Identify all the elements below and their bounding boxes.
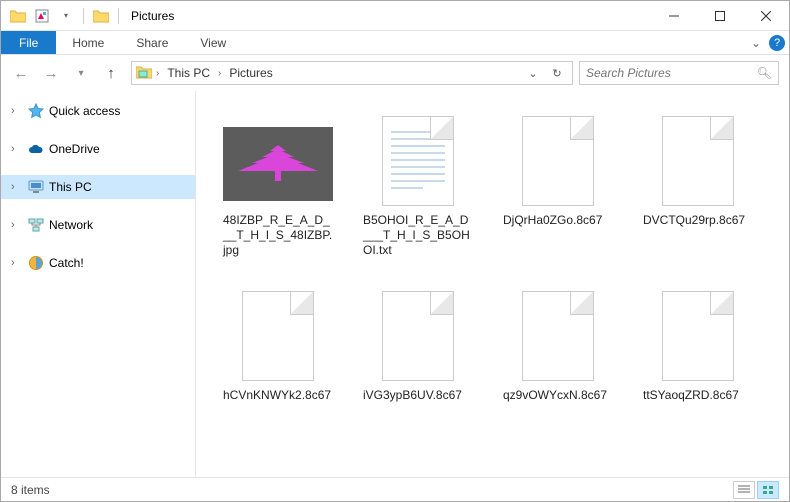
qat-dropdown-icon[interactable]: ▾ xyxy=(55,5,77,27)
file-item[interactable]: iVG3ypB6UV.8c67 xyxy=(348,284,488,459)
caret-icon[interactable]: › xyxy=(11,105,23,117)
caret-icon[interactable]: › xyxy=(11,219,23,231)
file-grid[interactable]: 48IZBP_R_E_A_D___T_H_I_S_48IZBP.jpg B5OHO… xyxy=(196,91,789,477)
navigation-pane: › Quick access › OneDrive › Thi xyxy=(1,91,196,477)
cloud-icon xyxy=(27,140,45,158)
star-icon xyxy=(27,102,45,120)
new-folder-icon[interactable] xyxy=(90,5,112,27)
caret-icon[interactable]: › xyxy=(11,257,23,269)
sidebar-item-label: This PC xyxy=(49,180,92,194)
titlebar: ▾ Pictures xyxy=(1,1,789,31)
back-button[interactable]: ← xyxy=(7,59,35,87)
item-count: 8 items xyxy=(11,483,50,497)
statusbar: 8 items xyxy=(1,477,789,501)
forward-button[interactable]: → xyxy=(37,59,65,87)
network-icon xyxy=(27,216,45,234)
file-item[interactable]: ttSYaoqZRD.8c67 xyxy=(628,284,768,459)
help-icon[interactable]: ? xyxy=(769,35,785,51)
caret-icon[interactable]: › xyxy=(11,143,23,155)
properties-icon[interactable] xyxy=(31,5,53,27)
address-bar[interactable]: › This PC › Pictures ⌄ ↻ xyxy=(131,61,573,85)
close-button[interactable] xyxy=(743,1,789,31)
search-icon: 🔍︎ xyxy=(757,66,772,80)
file-name-label: 48IZBP_R_E_A_D___T_H_I_S_48IZBP.jpg xyxy=(223,213,333,258)
refresh-button[interactable]: ↻ xyxy=(546,62,568,84)
breadcrumb-this-pc[interactable]: This PC xyxy=(163,66,214,80)
crumb-sep-icon[interactable]: › xyxy=(156,68,159,79)
sidebar-item-label: Catch! xyxy=(49,256,84,270)
file-name-label: DjQrHa0ZGo.8c67 xyxy=(503,213,613,228)
file-item[interactable]: DjQrHa0ZGo.8c67 xyxy=(488,109,628,284)
maximize-button[interactable] xyxy=(697,1,743,31)
icons-view-button[interactable] xyxy=(757,481,779,499)
caret-icon[interactable]: › xyxy=(11,181,23,193)
sidebar-item-label: Quick access xyxy=(49,104,120,118)
recent-dropdown[interactable]: ▾ xyxy=(67,59,95,87)
file-name-label: B5OHOI_R_E_A_D___T_H_I_S_B5OHOI.txt xyxy=(363,213,473,258)
sidebar-item-this-pc[interactable]: › This PC xyxy=(1,175,195,199)
catch-icon xyxy=(27,254,45,272)
file-item[interactable]: B5OHOI_R_E_A_D___T_H_I_S_B5OHOI.txt xyxy=(348,109,488,284)
file-name-label: qz9vOWYcxN.8c67 xyxy=(503,388,613,403)
file-name-label: hCVnKNWYk2.8c67 xyxy=(223,388,333,403)
search-box[interactable]: 🔍︎ xyxy=(579,61,779,85)
file-item[interactable]: 48IZBP_R_E_A_D___T_H_I_S_48IZBP.jpg xyxy=(208,109,348,284)
tab-home[interactable]: Home xyxy=(56,31,120,54)
folder-icon xyxy=(7,5,29,27)
tab-view[interactable]: View xyxy=(184,31,242,54)
sidebar-item-catch[interactable]: › Catch! xyxy=(1,251,195,275)
sidebar-item-onedrive[interactable]: › OneDrive xyxy=(1,137,195,161)
sidebar-item-label: Network xyxy=(49,218,93,232)
nav-toolbar: ← → ▾ ↑ › This PC › Pictures ⌄ ↻ 🔍︎ xyxy=(1,55,789,91)
minimize-button[interactable] xyxy=(651,1,697,31)
addr-dropdown-icon[interactable]: ⌄ xyxy=(522,62,544,84)
file-name-label: DVCTQu29rp.8c67 xyxy=(643,213,753,228)
sidebar-item-network[interactable]: › Network xyxy=(1,213,195,237)
file-item[interactable]: DVCTQu29rp.8c67 xyxy=(628,109,768,284)
chevron-down-icon[interactable]: ⌄ xyxy=(751,36,761,50)
file-item[interactable]: hCVnKNWYk2.8c67 xyxy=(208,284,348,459)
crumb-sep-icon[interactable]: › xyxy=(218,68,221,79)
file-name-label: ttSYaoqZRD.8c67 xyxy=(643,388,753,403)
sidebar-item-label: OneDrive xyxy=(49,142,100,156)
file-item[interactable]: qz9vOWYcxN.8c67 xyxy=(488,284,628,459)
details-view-button[interactable] xyxy=(733,481,755,499)
file-tab[interactable]: File xyxy=(1,31,56,54)
breadcrumb-pictures[interactable]: Pictures xyxy=(225,66,276,80)
sidebar-item-quick-access[interactable]: › Quick access xyxy=(1,99,195,123)
explorer-window: ▾ Pictures File Home Share View ⌄ xyxy=(0,0,790,502)
pictures-folder-icon xyxy=(136,65,152,81)
search-input[interactable] xyxy=(586,66,757,80)
tab-share[interactable]: Share xyxy=(120,31,184,54)
file-name-label: iVG3ypB6UV.8c67 xyxy=(363,388,473,403)
window-title: Pictures xyxy=(125,9,174,23)
up-button[interactable]: ↑ xyxy=(97,59,125,87)
pc-icon xyxy=(27,178,45,196)
ribbon-tabs: File Home Share View ⌄ ? xyxy=(1,31,789,55)
